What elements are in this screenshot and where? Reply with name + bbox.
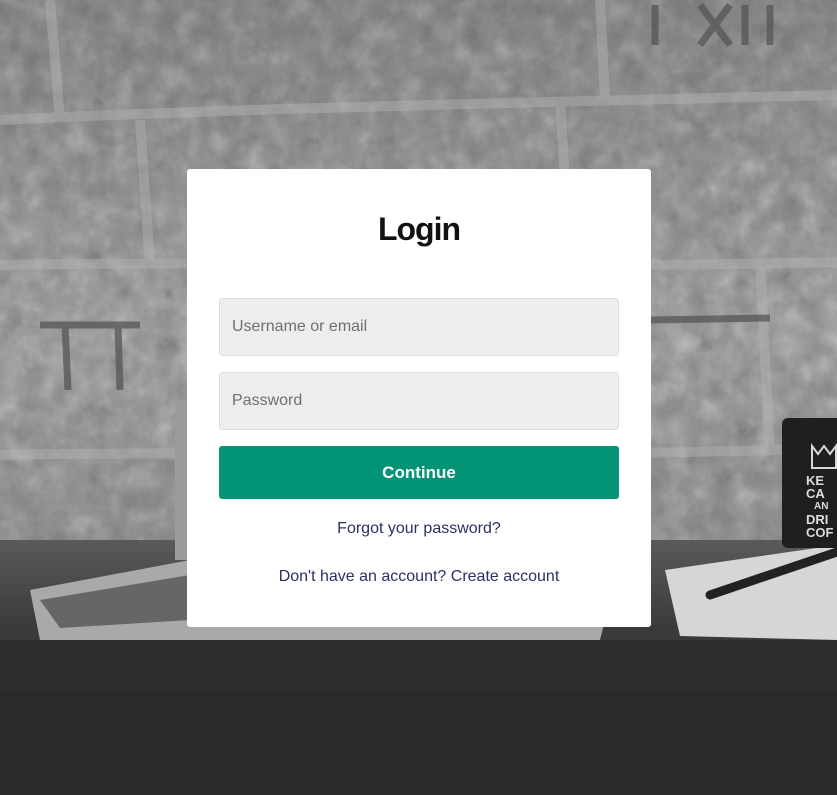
mug-text-line: COF: [806, 525, 834, 540]
mug-text-line: CA: [806, 486, 825, 501]
continue-button[interactable]: Continue: [219, 446, 619, 499]
password-input[interactable]: [219, 372, 619, 430]
login-card: Login Continue Forgot your password? Don…: [187, 169, 651, 627]
login-title: Login: [377, 211, 461, 247]
mug-lettering: KE CA AN DRI COF: [806, 474, 837, 539]
create-account-link[interactable]: Don't have an account? Create account: [187, 568, 651, 586]
username-input[interactable]: [219, 298, 619, 356]
forgot-password-link[interactable]: Forgot your password?: [187, 520, 651, 538]
